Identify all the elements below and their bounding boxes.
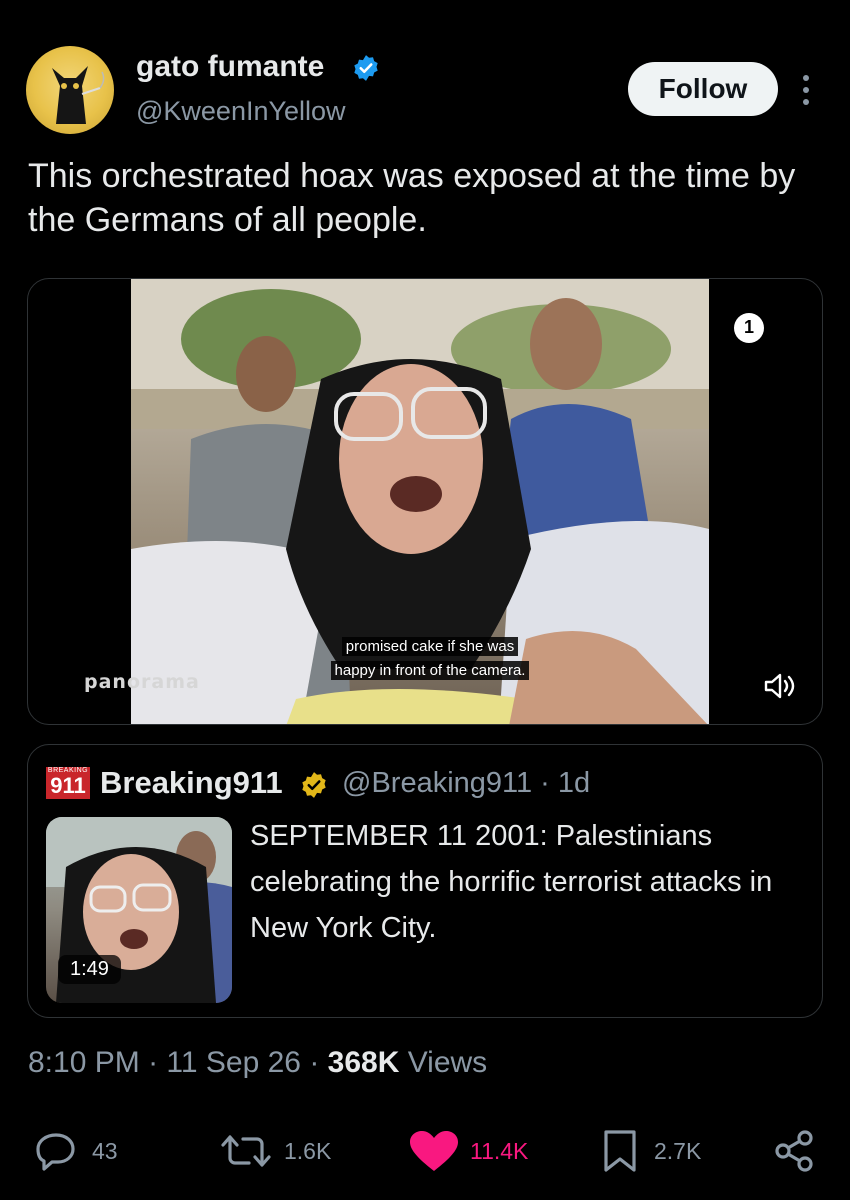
tweet-text: This orchestrated hoax was exposed at th… (28, 157, 796, 239)
logo-big-text: 911 (50, 773, 86, 798)
action-bar: 43 1.6K 11.4K 2.7K (0, 1120, 850, 1180)
caption-line-2: happy in front of the camera. (330, 661, 530, 680)
tweet-date[interactable]: 11 Sep 26 (166, 1046, 301, 1079)
breaking911-logo: BREAKING 911 (46, 767, 90, 799)
channel-mark: 1 (743, 317, 754, 337)
author-name[interactable]: gato fumante (136, 50, 324, 84)
channel-logo: 1 (734, 313, 764, 343)
tweet-time[interactable]: 8:10 PM (28, 1046, 140, 1079)
gold-verified-badge-icon (302, 772, 326, 798)
video-duration: 1:49 (58, 955, 121, 984)
repost-icon (221, 1135, 271, 1167)
bookmark-icon (604, 1130, 636, 1172)
reply-icon (36, 1133, 75, 1171)
caption-line-1: promised cake if she was (341, 637, 519, 656)
quoted-video-thumbnail[interactable]: 1:49 (46, 817, 232, 1003)
more-options-icon[interactable] (796, 70, 816, 110)
quoted-tweet-text: SEPTEMBER 11 2001: Palestinians celebrat… (250, 820, 773, 944)
avatar[interactable] (26, 46, 114, 134)
panorama-watermark: panorama (84, 671, 200, 693)
follow-button[interactable]: Follow (628, 62, 778, 116)
video-player[interactable]: promised cake if she was happy in front … (27, 278, 823, 725)
like-button[interactable]: 11.4K (408, 1126, 528, 1176)
heart-filled-icon (410, 1131, 458, 1171)
tweet-header: gato fumante @KweenInYellow Follow (0, 0, 850, 140)
reply-count: 43 (92, 1137, 118, 1164)
quoted-author-name[interactable]: Breaking911 (100, 765, 283, 801)
repost-button[interactable]: 1.6K (218, 1126, 331, 1176)
like-count: 11.4K (470, 1137, 529, 1164)
author-handle[interactable]: @KweenInYellow (136, 96, 346, 127)
share-icon (775, 1130, 813, 1172)
verified-badge-icon (354, 55, 378, 81)
quoted-tweet[interactable]: BREAKING 911 Breaking911 @Breaking911 · … (27, 744, 823, 1018)
volume-icon[interactable] (762, 671, 798, 701)
video-caption: promised cake if she was happy in front … (315, 635, 545, 683)
views-label: Views (407, 1046, 488, 1079)
reply-button[interactable]: 43 (34, 1126, 118, 1176)
meta-separator: · (148, 1046, 167, 1079)
cat-illustration (52, 66, 105, 124)
views-count: 368K (327, 1046, 400, 1079)
quoted-handle-time[interactable]: @Breaking911 · 1d (342, 767, 590, 800)
bookmark-count: 2.7K (654, 1137, 702, 1164)
bookmark-button[interactable]: 2.7K (600, 1126, 701, 1176)
meta-separator: · (309, 1046, 328, 1079)
share-button[interactable] (772, 1126, 818, 1176)
tweet-meta: 8:10 PM · 11 Sep 26 · 368K Views (28, 1046, 487, 1080)
repost-count: 1.6K (284, 1137, 332, 1164)
video-frame[interactable]: promised cake if she was happy in front … (131, 279, 709, 724)
